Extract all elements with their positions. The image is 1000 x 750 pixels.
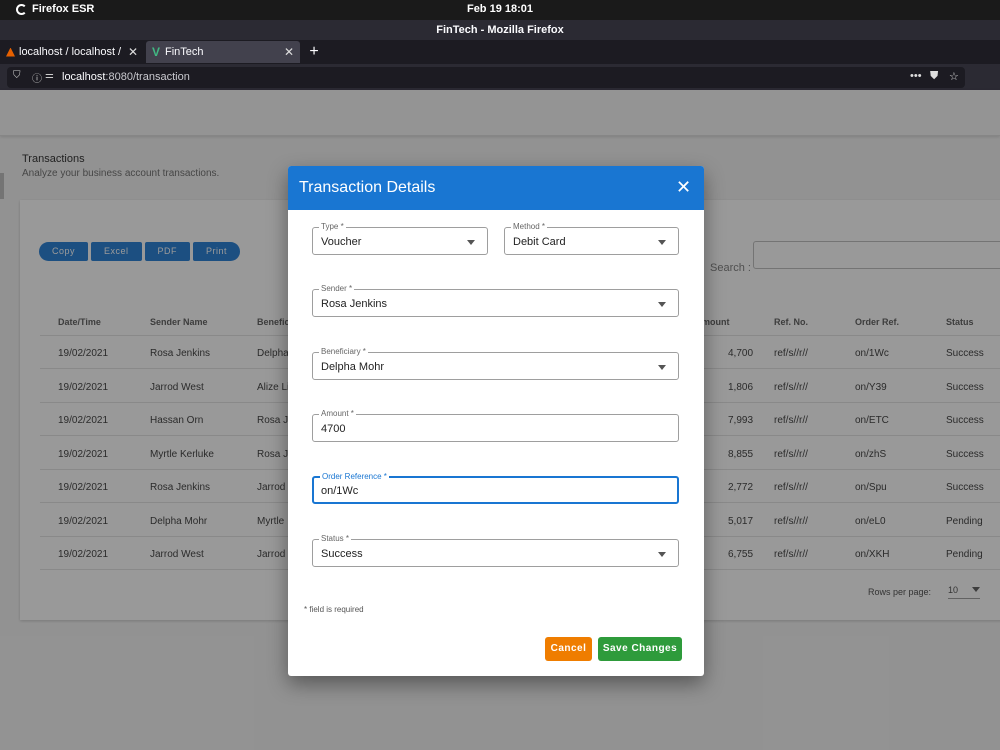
new-tab-button[interactable]: + [304,41,324,63]
bookmark-star-icon[interactable]: ☆ [949,70,959,83]
os-top-bar: Firefox ESR Feb 19 18:01 [0,0,1000,20]
method-value: Debit Card [513,236,566,248]
sender-label: Sender * [319,284,355,293]
dialog-header: Transaction Details ✕ [288,166,704,210]
caret-down-icon [658,552,666,557]
beneficiary-label: Beneficiary * [319,347,368,356]
order-reference-value: on/1Wc [321,485,359,497]
url-bar[interactable]: ⛉ ⓘ ⚌ localhost:8080/transaction ••• ⛊ ☆ [7,67,965,88]
close-icon[interactable]: ✕ [676,177,691,197]
tab-label: FinTech [165,46,204,58]
status-label: Status * [319,534,352,543]
dialog-title: Transaction Details [299,179,436,196]
transaction-details-dialog: Transaction Details ✕ Type * Voucher Met… [288,166,704,676]
amount-value: 4700 [321,423,346,435]
url-text[interactable]: localhost:8080/transaction [62,71,190,83]
amount-field[interactable]: Amount * 4700 [312,409,679,442]
caret-down-icon [658,365,666,370]
vue-favicon-icon: V [152,45,161,59]
close-tab-icon[interactable]: ✕ [284,45,294,59]
clock[interactable]: Feb 19 18:01 [0,3,1000,15]
pocket-icon[interactable]: ⛊ [930,70,938,83]
type-select[interactable]: Type * Voucher [312,222,488,255]
sender-value: Rosa Jenkins [321,298,388,310]
beneficiary-select[interactable]: Beneficiary * Delpha Mohr [312,347,679,380]
tab-fintech[interactable]: V FinTech ✕ [146,41,300,63]
caret-down-icon [658,302,666,307]
nav-bar: ⛉ ⓘ ⚌ localhost:8080/transaction ••• ⛊ ☆ [0,64,1000,90]
method-select[interactable]: Method * Debit Card [504,222,679,255]
status-select[interactable]: Status * Success [312,534,679,567]
phpmyadmin-favicon-icon [6,47,15,57]
method-label: Method * [511,222,548,231]
status-value: Success [321,548,363,560]
tab-phpmyadmin[interactable]: localhost / localhost / fint ✕ [0,41,144,63]
required-note: * field is required [304,605,364,614]
type-value: Voucher [321,236,362,248]
close-tab-icon[interactable]: ✕ [128,45,138,59]
cancel-button[interactable]: Cancel [545,637,592,661]
shield-icon[interactable]: ⛉ [13,70,21,81]
caret-down-icon [467,240,475,245]
order-reference-field[interactable]: Order Reference * on/1Wc [312,472,679,504]
permissions-icon[interactable]: ⚌ [45,70,54,81]
save-changes-button[interactable]: Save Changes [598,637,682,661]
more-actions-icon[interactable]: ••• [910,70,922,82]
window-title: FinTech - Mozilla Firefox [0,20,1000,40]
type-label: Type * [319,222,346,231]
sender-select[interactable]: Sender * Rosa Jenkins [312,284,679,317]
amount-label: Amount * [319,409,356,418]
caret-down-icon [658,240,666,245]
tab-label: localhost / localhost / fint [19,46,124,58]
info-icon[interactable]: ⓘ [32,70,42,85]
tab-bar: localhost / localhost / fint ✕ V FinTech… [0,40,1000,64]
beneficiary-value: Delpha Mohr [321,361,384,373]
order-reference-label: Order Reference * [320,472,389,481]
